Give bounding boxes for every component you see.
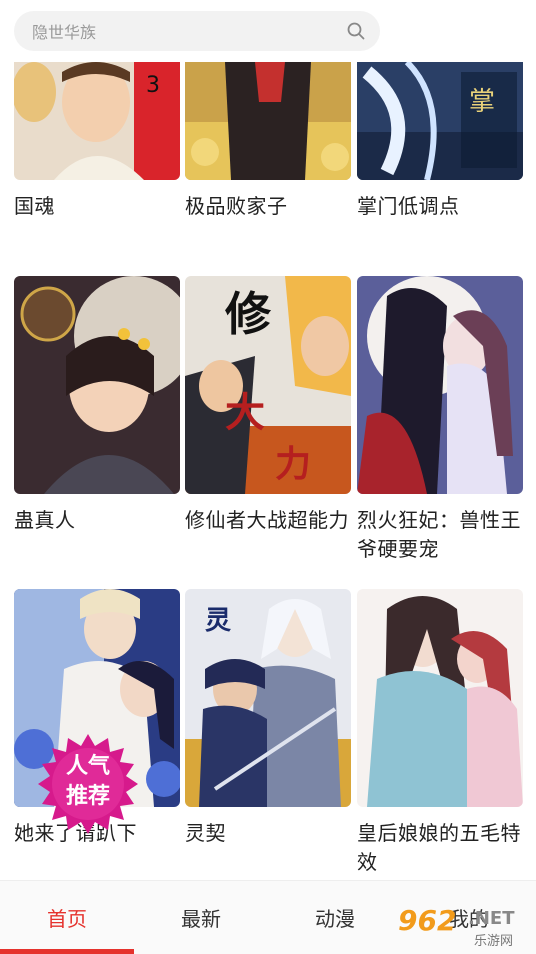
popular-recommend-badge: 人气 推荐 — [38, 734, 138, 834]
comic-cover[interactable] — [185, 62, 351, 180]
comic-title[interactable]: 极品败家子 — [185, 192, 351, 221]
comic-title[interactable]: 灵契 — [185, 819, 351, 848]
badge-line2: 推荐 — [65, 784, 110, 809]
comic-cover[interactable]: 掌 — [357, 62, 523, 180]
svg-text:大: 大 — [225, 389, 265, 436]
site-watermark: 962 .NET 乐游网 — [398, 900, 530, 950]
comic-cover[interactable] — [357, 276, 523, 494]
comic-title[interactable]: 皇后娘娘的五毛特效 — [357, 819, 523, 877]
svg-text:掌: 掌 — [469, 87, 495, 117]
badge-line1: 人气 — [65, 754, 110, 779]
comic-title[interactable]: 蛊真人 — [14, 506, 180, 535]
watermark-suffix: .NET — [468, 908, 515, 929]
comic-card[interactable]: 掌 掌门低调点 — [357, 62, 523, 221]
svg-text:修: 修 — [225, 287, 272, 341]
comic-card[interactable]: 蛊真人 — [14, 276, 180, 535]
tab-home[interactable]: 首页 — [0, 903, 134, 932]
tab-latest[interactable]: 最新 — [134, 903, 268, 932]
svg-text:3: 3 — [146, 73, 160, 98]
tab-anime[interactable]: 动漫 — [268, 903, 402, 932]
active-tab-indicator — [0, 949, 134, 954]
comic-title[interactable]: 修仙者大战超能力 — [185, 506, 351, 535]
comic-cover[interactable]: 修 大 力 — [185, 276, 351, 494]
comic-card[interactable]: 皇后娘娘的五毛特效 — [357, 589, 523, 877]
comic-card[interactable]: 修 大 力 修仙者大战超能力 — [185, 276, 351, 535]
comic-cover[interactable]: 灵 — [185, 589, 351, 807]
comic-cover[interactable] — [14, 276, 180, 494]
comic-title[interactable]: 烈火狂妃：兽性王爷硬要宠 — [357, 506, 523, 564]
svg-text:力: 力 — [275, 443, 311, 485]
comic-title[interactable]: 掌门低调点 — [357, 192, 523, 221]
comic-card[interactable]: 烈火狂妃：兽性王爷硬要宠 — [357, 276, 523, 564]
comic-cover[interactable] — [357, 589, 523, 807]
watermark-number: 962 — [398, 904, 457, 937]
comic-title[interactable]: 国魂 — [14, 192, 180, 221]
watermark-subtitle: 乐游网 — [474, 934, 514, 949]
comic-card[interactable]: 灵 灵契 — [185, 589, 351, 848]
comic-card[interactable]: 极品败家子 — [185, 62, 351, 221]
comic-cover[interactable]: 3 — [14, 62, 180, 180]
svg-text:灵: 灵 — [205, 606, 231, 636]
comic-card[interactable]: 3 国魂 — [14, 62, 180, 221]
